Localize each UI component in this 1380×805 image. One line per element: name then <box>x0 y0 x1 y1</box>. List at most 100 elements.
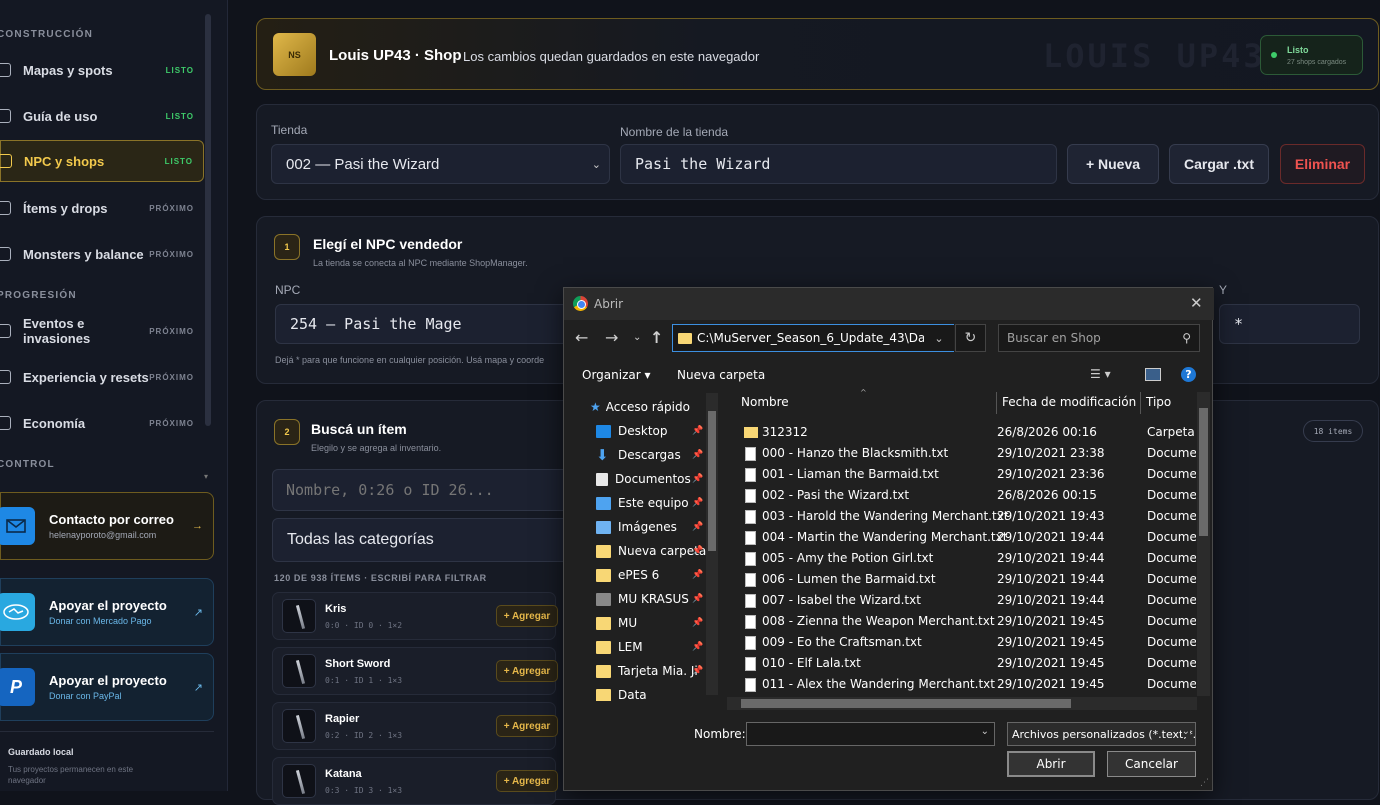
address-bar[interactable]: C:\MuServer_Season_6_Update_43\Data\Shop <box>672 324 954 352</box>
nav-item[interactable]: Desktop 📌 <box>596 419 703 443</box>
list-item[interactable]: Kris 0:0 · ID 0 · 1×2 + Agregar <box>272 592 558 640</box>
status-label: Listo <box>1287 45 1309 55</box>
nav-item[interactable]: MU KRASUS 📌 <box>596 587 703 611</box>
new-shop-button[interactable]: + Nueva <box>1067 144 1159 184</box>
file-date: 29/10/2021 23:38 <box>997 446 1105 460</box>
file-row[interactable]: 010 - Elf Lala.txt 29/10/2021 19:45 Docume… <box>734 653 1196 674</box>
section-heading-construccion: CONSTRUCCIÓN <box>0 29 94 40</box>
preview-pane-icon[interactable] <box>1145 368 1161 381</box>
view-options-icon[interactable]: ☰ ▾ <box>1090 367 1111 381</box>
sidebar-item-monsters[interactable]: Monsters y balance PRÓXIMO <box>0 233 204 275</box>
file-row[interactable]: 006 - Lumen the Barmaid.txt 29/10/2021 19… <box>734 569 1196 590</box>
page-subtitle: Los cambios quedan guardados en este nav… <box>463 49 760 64</box>
file-name: 001 - Liaman the Barmaid.txt <box>762 467 939 481</box>
nav-item[interactable]: LEM 📌 <box>596 635 703 659</box>
npc-select[interactable]: 254 — Pasi the Mage <box>275 304 575 344</box>
file-type: Documento de texto <box>1147 509 1196 523</box>
up-arrow-icon[interactable]: ↑ <box>650 328 663 347</box>
contact-card[interactable]: Contacto por correo helenayporoto@gmail.c… <box>0 492 214 560</box>
folder-icon <box>596 640 611 654</box>
file-row[interactable]: 009 - Eo the Craftsman.txt 29/10/2021 19:… <box>734 632 1196 653</box>
column-header-type[interactable]: Tipo <box>1146 395 1171 409</box>
file-list-scrollbar-h[interactable] <box>727 697 1197 710</box>
file-row[interactable]: 008 - Zienna the Weapon Merchant.txt 29/1… <box>734 611 1196 632</box>
add-item-button[interactable]: + Agregar <box>496 660 558 682</box>
sidebar-scrollbar[interactable] <box>205 14 211 426</box>
sidebar-item-mapas[interactable]: Mapas y spots LISTO <box>0 49 204 91</box>
sidebar-item-guia[interactable]: Guía de uso LISTO <box>0 95 204 137</box>
nav-item[interactable]: Data <box>596 683 647 701</box>
file-row[interactable]: 312312 26/8/2026 00:16 Carpeta de archivos <box>734 422 1196 443</box>
y-input[interactable]: * <box>1219 304 1360 344</box>
file-name: 002 - Pasi the Wizard.txt <box>762 488 910 502</box>
file-row[interactable]: 001 - Liaman the Barmaid.txt 29/10/2021 2… <box>734 464 1196 485</box>
nav-item[interactable]: Tarjeta Mia. Ji 📌 <box>596 659 703 683</box>
nav-item[interactable]: Documentos 📌 <box>596 467 703 491</box>
sidebar-item-experiencia[interactable]: Experiencia y resets PRÓXIMO <box>0 356 204 398</box>
sidebar-item-economia[interactable]: Economía PRÓXIMO <box>0 402 204 444</box>
new-folder-button[interactable]: Nueva carpeta <box>677 368 765 382</box>
status-badge: PRÓXIMO <box>149 203 194 213</box>
text-file-icon <box>745 489 756 503</box>
close-icon[interactable]: ✕ <box>1190 294 1203 312</box>
delete-button[interactable]: Eliminar <box>1280 144 1365 184</box>
file-list-scrollbar-v[interactable] <box>1197 392 1210 696</box>
text-file-icon <box>745 615 756 629</box>
file-row[interactable]: 011 - Alex the Wandering Merchant.txt 29/… <box>734 674 1196 695</box>
search-input[interactable]: Buscar en Shop ⚲ <box>998 324 1200 352</box>
file-row[interactable]: 004 - Martin the Wandering Merchant.txt 2… <box>734 527 1196 548</box>
file-row[interactable]: 005 - Amy the Potion Girl.txt 29/10/2021 … <box>734 548 1196 569</box>
nav-item[interactable]: Imágenes 📌 <box>596 515 703 539</box>
back-arrow-icon[interactable]: ← <box>575 328 588 347</box>
filename-input[interactable]: ⌄ <box>746 722 995 746</box>
chevron-down-icon[interactable]: ▾ <box>204 472 208 481</box>
sidebar-item-items-drops[interactable]: Ítems y drops PRÓXIMO <box>0 187 204 229</box>
paypal-card[interactable]: P Apoyar el proyecto Donar con PayPal ↗ <box>0 653 214 721</box>
nav-scrollbar[interactable] <box>706 393 718 695</box>
help-icon[interactable]: ? <box>1181 367 1196 382</box>
pin-icon: 📌 <box>692 426 704 436</box>
file-name: 009 - Eo the Craftsman.txt <box>762 635 922 649</box>
file-row[interactable]: 003 - Harold the Wandering Merchant.txt 2… <box>734 506 1196 527</box>
tienda-select[interactable]: 002 — Pasi the Wizard ⌄ <box>271 144 610 184</box>
organize-menu[interactable]: Organizar ▾ <box>582 368 651 382</box>
sidebar-item-npc-shops[interactable]: NPC y shops LISTO <box>0 140 204 182</box>
list-item[interactable]: Short Sword 0:1 · ID 1 · 1×3 + Agregar <box>272 647 558 695</box>
filetype-select[interactable]: Archivos personalizados (*.text;*.txt) ⌄ <box>1007 722 1196 746</box>
file-row[interactable]: 002 - Pasi the Wizard.txt 26/8/2026 00:15… <box>734 485 1196 506</box>
item-search-input[interactable] <box>272 469 572 511</box>
file-row[interactable]: 007 - Isabel the Wizard.txt 29/10/2021 19… <box>734 590 1196 611</box>
pin-icon: 📌 <box>692 570 704 580</box>
add-item-button[interactable]: + Agregar <box>496 770 558 792</box>
add-item-button[interactable]: + Agregar <box>496 715 558 737</box>
sidebar-item-eventos[interactable]: Eventos e invasiones PRÓXIMO <box>0 310 204 352</box>
load-txt-button[interactable]: Cargar .txt <box>1169 144 1269 184</box>
recent-dropdown-icon[interactable]: ⌄ <box>633 332 641 343</box>
nav-item[interactable]: MU 📌 <box>596 611 703 635</box>
nav-item-quick-access[interactable]: ★ Acceso rápido <box>590 395 690 419</box>
category-select[interactable]: Todas las categorías <box>272 518 572 562</box>
nav-item[interactable]: Nueva carpeta 📌 <box>596 539 706 563</box>
mercadopago-card[interactable]: Apoyar el proyecto Donar con Mercado Pago… <box>0 578 214 646</box>
monster-icon <box>0 247 11 261</box>
resize-grip-icon[interactable]: ⋰ <box>1200 778 1209 788</box>
nav-item[interactable]: ePES 6 📌 <box>596 563 703 587</box>
list-item[interactable]: Rapier 0:2 · ID 2 · 1×3 + Agregar <box>272 702 558 750</box>
column-header-name[interactable]: Nombre <box>741 395 789 409</box>
text-file-icon <box>745 678 756 692</box>
nav-item[interactable]: Este equipo 📌 <box>596 491 703 515</box>
sidebar-item-label: Mapas y spots <box>23 62 113 78</box>
sidebar-item-label: Eventos e invasiones <box>23 316 91 346</box>
nav-item[interactable]: ⬇ Descargas 📌 <box>596 443 703 467</box>
cancel-button[interactable]: Cancelar <box>1107 751 1196 777</box>
open-button[interactable]: Abrir <box>1007 751 1095 777</box>
forward-arrow-icon[interactable]: → <box>605 328 618 347</box>
file-row[interactable]: 000 - Hanzo the Blacksmith.txt 29/10/2021… <box>734 443 1196 464</box>
refresh-icon[interactable]: ↻ <box>955 324 986 352</box>
nombre-input[interactable]: Pasi the Wizard <box>620 144 1057 184</box>
file-date: 29/10/2021 19:44 <box>997 530 1105 544</box>
column-header-date[interactable]: Fecha de modificación <box>1002 395 1136 409</box>
add-item-button[interactable]: + Agregar <box>496 605 558 627</box>
list-item[interactable]: Katana 0:3 · ID 3 · 1×3 + Agregar <box>272 757 558 805</box>
address-dropdown-icon[interactable]: ⌄ <box>924 324 954 352</box>
